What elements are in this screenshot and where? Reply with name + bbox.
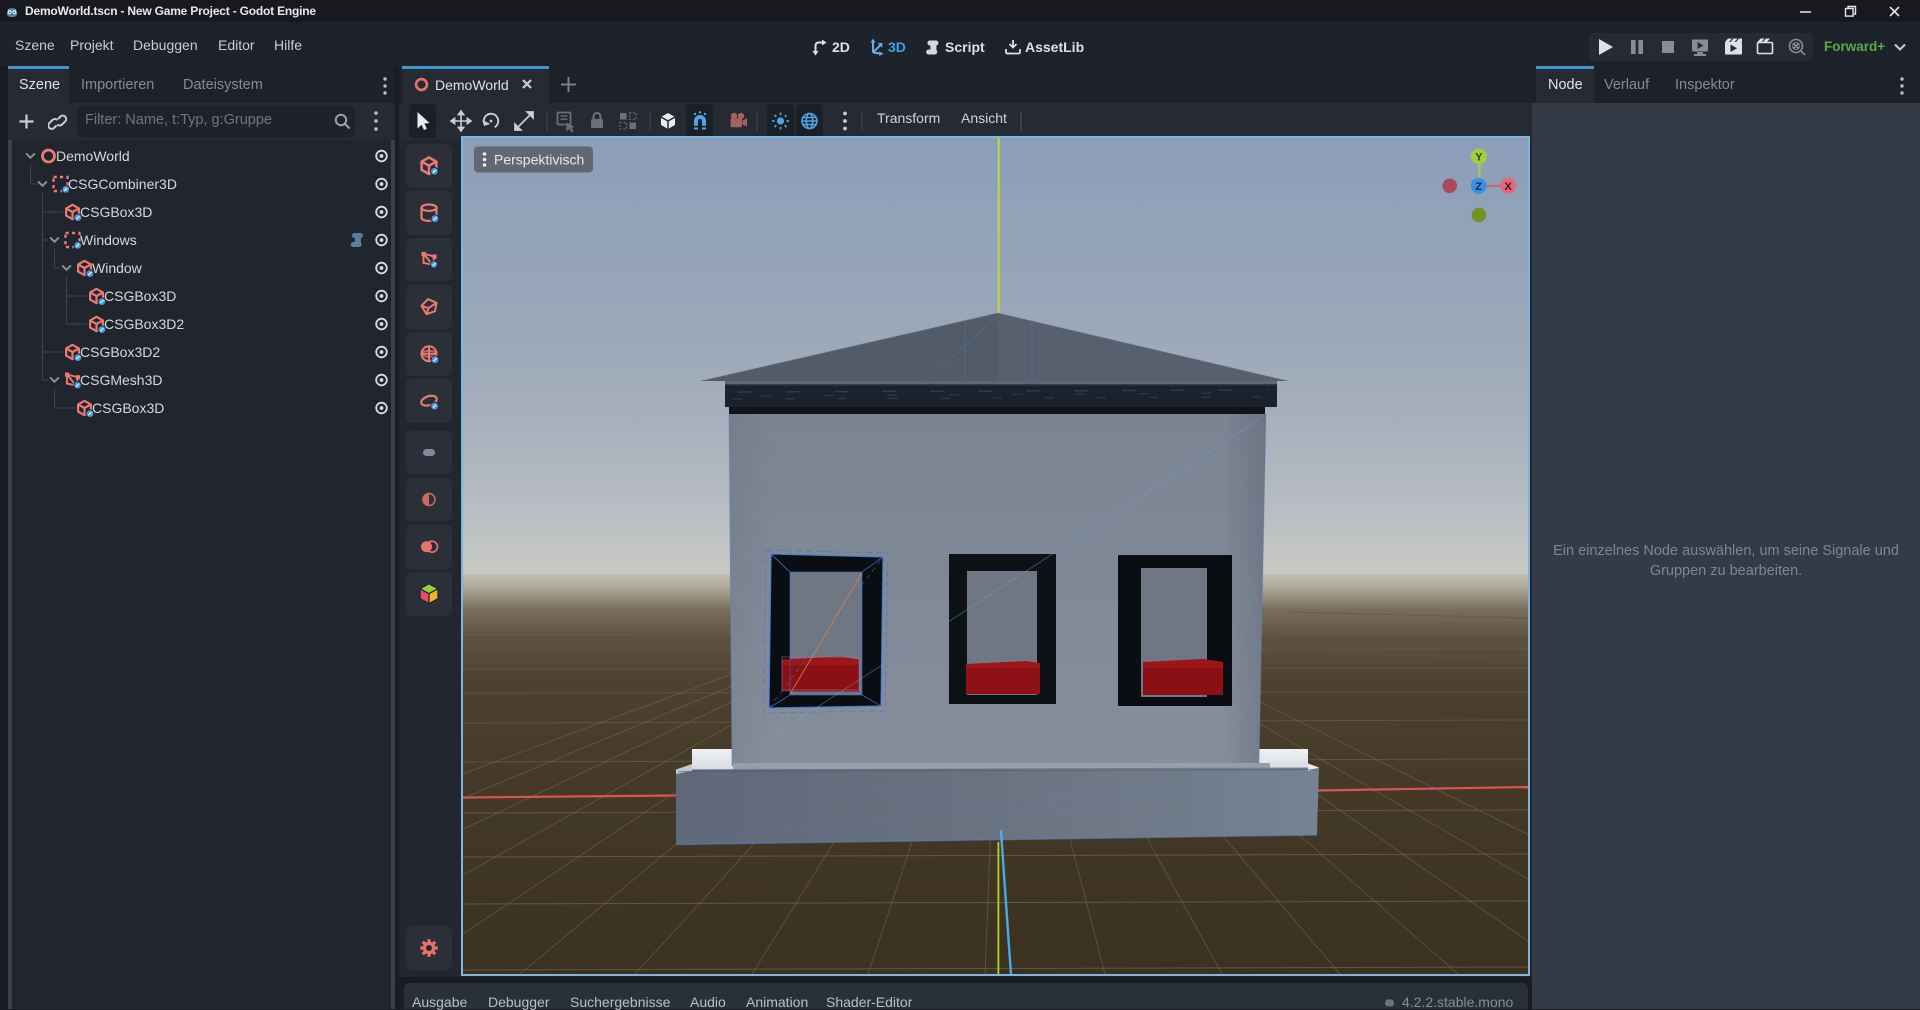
svg-text:X: X: [1505, 181, 1513, 193]
svg-text:Perspektivisch: Perspektivisch: [494, 152, 584, 168]
svg-text:Y: Y: [1475, 152, 1483, 164]
svg-text:Z: Z: [1475, 181, 1482, 193]
